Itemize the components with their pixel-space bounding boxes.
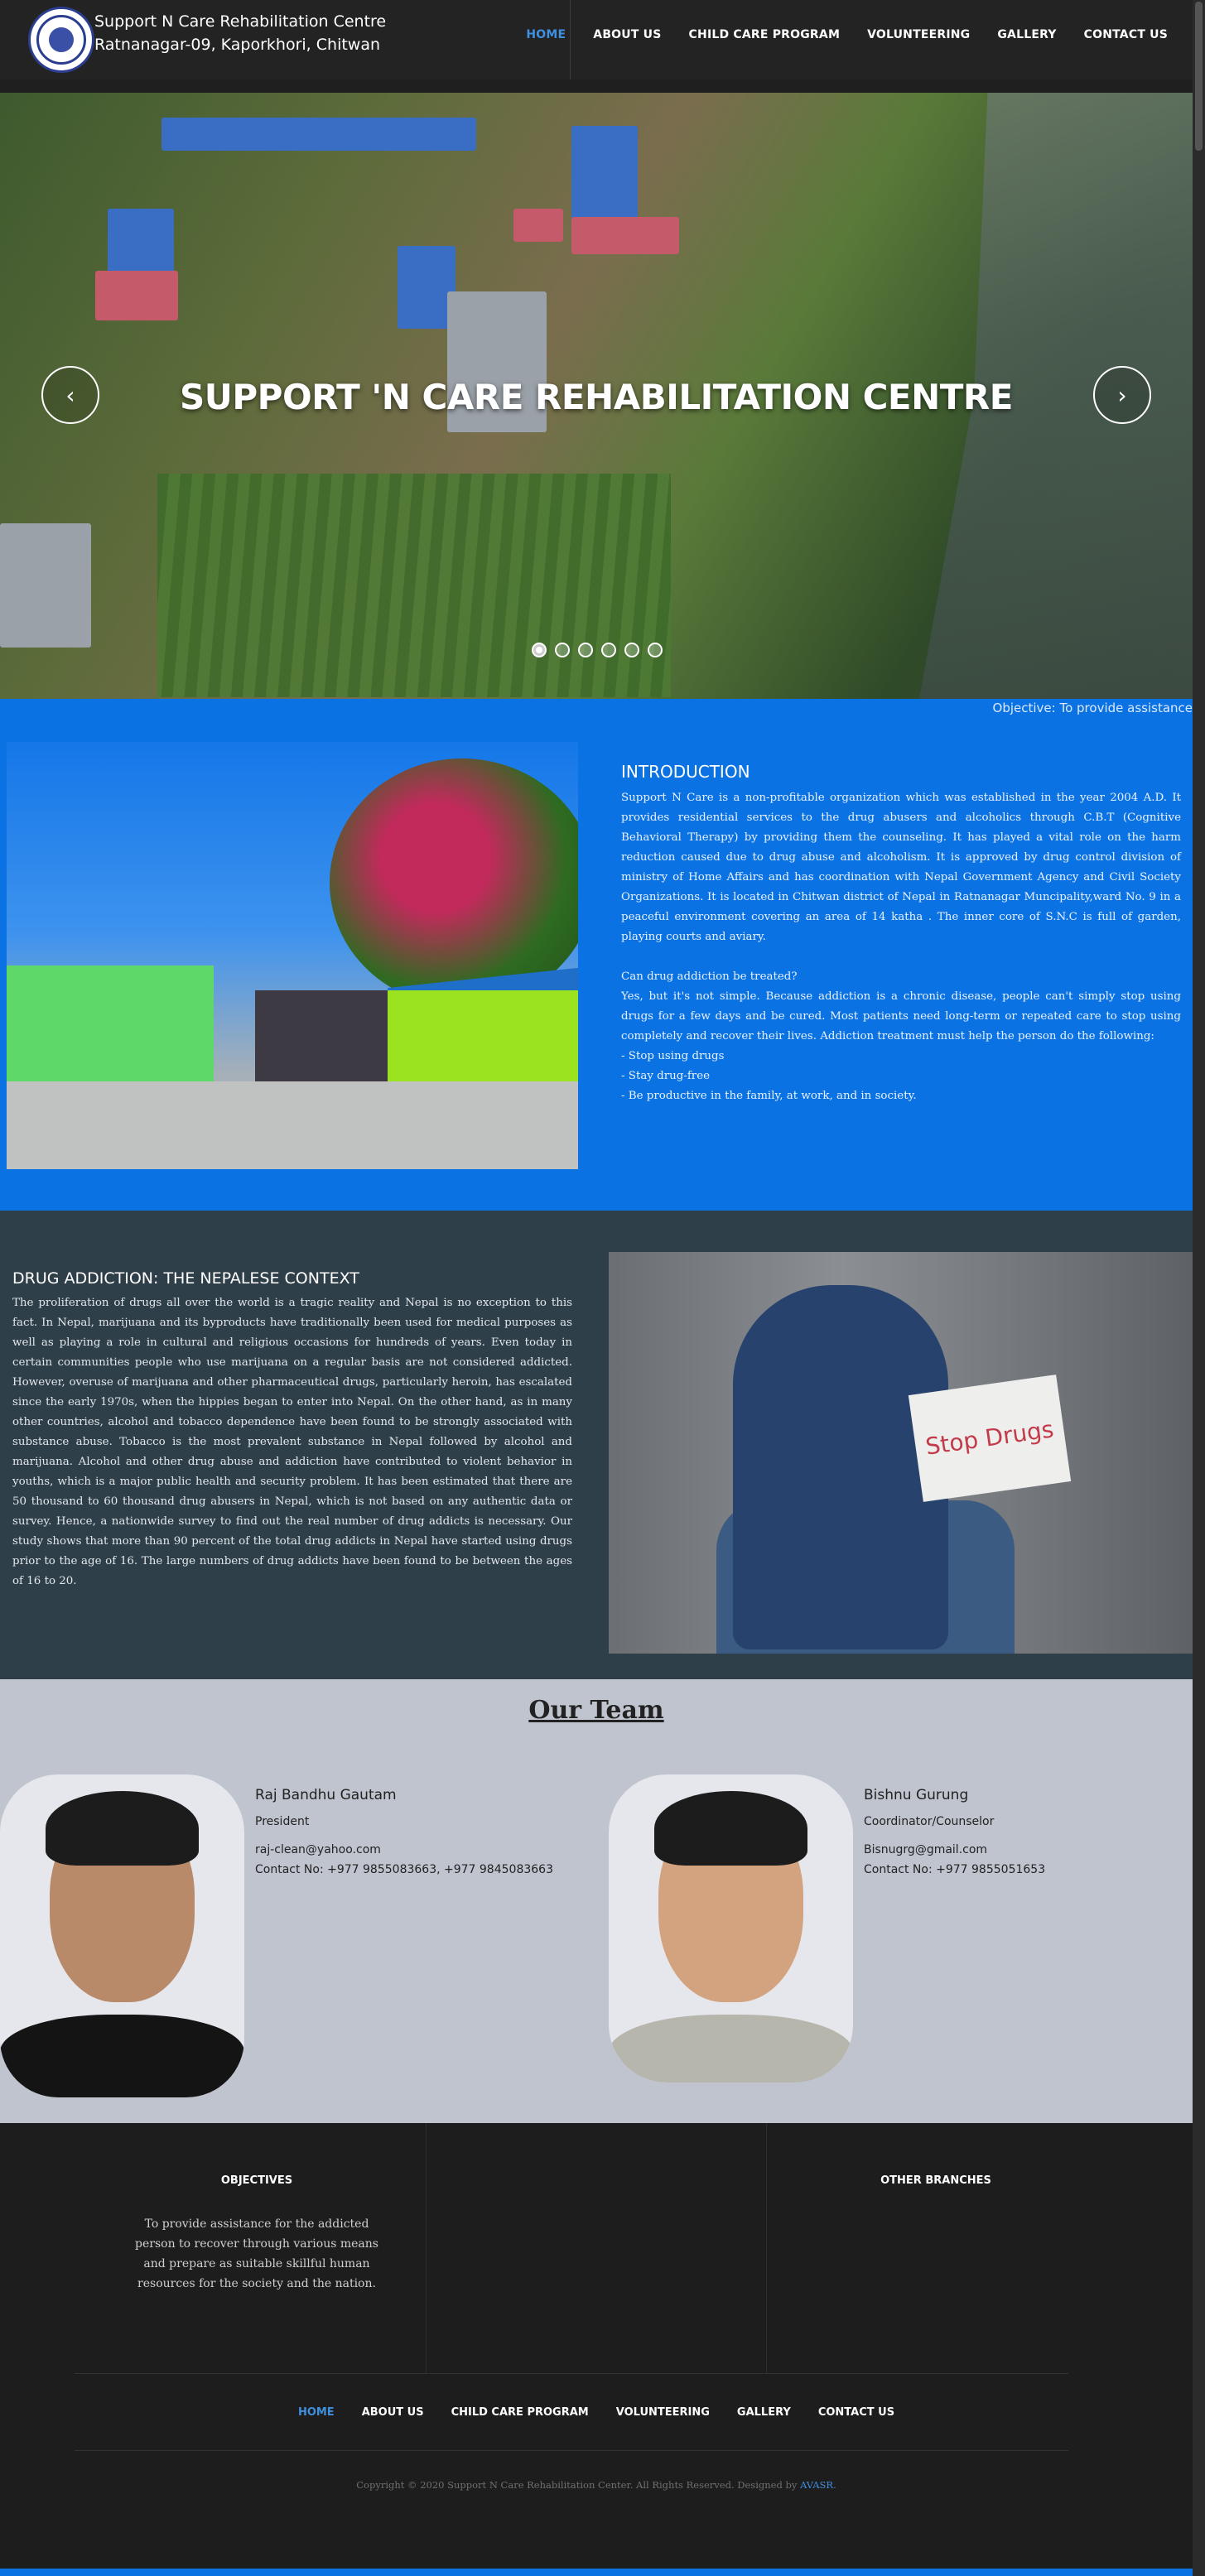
member-name: Bishnu Gurung xyxy=(864,1787,969,1803)
member-email[interactable]: Bisnugrg@gmail.com xyxy=(864,1840,1045,1860)
treatment-list-item: - Be productive in the family, at work, … xyxy=(621,1090,917,1102)
treatment-list-item: - Stay drug-free xyxy=(621,1070,711,1082)
slider-dot[interactable] xyxy=(555,643,570,657)
footer-column-divider xyxy=(426,2123,427,2373)
chevron-right-icon: › xyxy=(1117,381,1127,409)
photo-gate xyxy=(255,990,388,1090)
chevron-left-icon: ‹ xyxy=(65,381,75,409)
nav-child-care-program[interactable]: CHILD CARE PROGRAM xyxy=(689,28,841,41)
nav-about-us[interactable]: ABOUT US xyxy=(593,28,661,41)
nav-volunteering[interactable]: VOLUNTEERING xyxy=(867,28,970,41)
member-role: Coordinator/Counselor xyxy=(864,1815,995,1828)
hero-slider: SUPPORT 'N CARE REHABILITATION CENTRE ‹ … xyxy=(0,93,1193,699)
team-heading: Our Team xyxy=(528,1696,664,1725)
hero-field xyxy=(157,474,671,697)
treatment-list-item: - Stop using drugs xyxy=(621,1050,725,1062)
member-email[interactable]: raj-clean@yahoo.com xyxy=(255,1840,553,1860)
avatar-shirt xyxy=(0,2015,244,2097)
brand-address: Ratnanagar-09, Kaporkhori, Chitwan xyxy=(94,36,381,54)
scrollbar-thumb[interactable] xyxy=(1195,2,1203,151)
hero-roof xyxy=(571,126,638,225)
photo-building-right xyxy=(388,990,578,1081)
introduction-paragraph: Support N Care is a non-profitable organ… xyxy=(621,792,1181,943)
site-footer: OBJECTIVES To provide assistance for the… xyxy=(0,2123,1193,2569)
brand-name: Support N Care Rehabilitation Centre xyxy=(94,12,387,31)
objective-marquee: Objective: To provide assistance xyxy=(992,701,1193,715)
nav-gallery[interactable]: GALLERY xyxy=(997,28,1056,41)
slider-next-button[interactable]: › xyxy=(1093,366,1151,424)
footer-nav-contact-us[interactable]: CONTACT US xyxy=(818,2406,894,2419)
other-branches-title: OTHER BRANCHES xyxy=(880,2174,991,2187)
member-contact: Contact No: +977 9855083663, +977 984508… xyxy=(255,1863,553,1876)
member-name: Raj Bandhu Gautam xyxy=(255,1787,397,1803)
bottom-accent-bar xyxy=(0,2569,1205,2576)
footer-nav-volunteering[interactable]: VOLUNTEERING xyxy=(616,2406,710,2419)
photo-building-left xyxy=(7,965,214,1081)
hero-roof xyxy=(161,118,476,151)
stop-drugs-sign: Stop Drugs xyxy=(908,1375,1072,1502)
hero-title: SUPPORT 'N CARE REHABILITATION CENTRE xyxy=(180,377,1013,417)
footer-divider xyxy=(75,2373,1068,2374)
team-section: Our Team Raj Bandhu Gautam President raj… xyxy=(0,1679,1193,2123)
hero-roof xyxy=(513,209,563,242)
introduction-text: INTRODUCTION Support N Care is a non-pro… xyxy=(621,762,1181,1106)
footer-column-divider xyxy=(766,2123,767,2373)
nav-contact-us[interactable]: CONTACT US xyxy=(1084,28,1168,41)
photo-tree xyxy=(330,758,578,1007)
member-contact: Contact No: +977 9855051653 xyxy=(864,1863,1046,1876)
introduction-heading: INTRODUCTION xyxy=(621,762,750,782)
drug-addiction-heading: DRUG ADDICTION: THE NEPALESE CONTEXT xyxy=(12,1269,359,1288)
drug-addiction-paragraph: The proliferation of drugs all over the … xyxy=(12,1297,572,1587)
avatar xyxy=(609,1774,853,2082)
avatar-hair xyxy=(46,1791,199,1866)
footer-nav-home[interactable]: HOME xyxy=(298,2406,335,2419)
hero-roof xyxy=(0,523,91,648)
slider-pagination xyxy=(532,643,663,657)
hero-roof xyxy=(571,217,679,254)
objectives-text: To provide assistance for the addicted p… xyxy=(135,2217,378,2290)
centre-gate-photo xyxy=(7,742,578,1169)
slider-dot[interactable] xyxy=(532,643,547,657)
copyright-text: Copyright © 2020 Support N Care Rehabili… xyxy=(356,2479,798,2491)
slider-prev-button[interactable]: ‹ xyxy=(41,366,99,424)
treatment-block: Can drug addiction be treated? Yes, but … xyxy=(621,967,1181,1106)
photo-road xyxy=(7,1081,578,1169)
hero-roof xyxy=(95,271,178,320)
footer-divider xyxy=(75,2450,1068,2451)
page-scrollbar[interactable] xyxy=(1193,0,1205,2576)
nav-home[interactable]: HOME xyxy=(526,28,566,41)
site-logo[interactable] xyxy=(28,7,94,73)
introduction-section: Objective: To provide assistance INTRODU… xyxy=(0,699,1193,1211)
photo-person xyxy=(733,1285,948,1649)
stop-drugs-photo: Stop Drugs xyxy=(609,1252,1193,1654)
drug-addiction-text: DRUG ADDICTION: THE NEPALESE CONTEXT The… xyxy=(12,1269,572,1591)
copyright: Copyright © 2020 Support N Care Rehabili… xyxy=(0,2479,1193,2491)
slider-dot[interactable] xyxy=(601,643,616,657)
logo-emblem-icon xyxy=(49,27,74,52)
avatar-shirt xyxy=(609,2015,853,2082)
treatment-answer: Yes, but it's not simple. Because addict… xyxy=(621,990,1181,1042)
team-member-card: Raj Bandhu Gautam President raj-clean@ya… xyxy=(255,1785,553,1880)
brand-text[interactable]: Support N Care Rehabilitation Centre Rat… xyxy=(94,10,386,56)
treatment-question: Can drug addiction be treated? xyxy=(621,970,798,983)
member-role: President xyxy=(255,1815,310,1828)
site-header: Support N Care Rehabilitation Centre Rat… xyxy=(0,0,1193,79)
main-nav: HOME ABOUT US CHILD CARE PROGRAM VOLUNTE… xyxy=(526,28,1168,41)
footer-nav-gallery[interactable]: GALLERY xyxy=(737,2406,791,2419)
objectives-title: OBJECTIVES xyxy=(220,2174,293,2187)
slider-dot[interactable] xyxy=(648,643,663,657)
drug-addiction-section: DRUG ADDICTION: THE NEPALESE CONTEXT The… xyxy=(0,1211,1193,1679)
slider-dot[interactable] xyxy=(624,643,639,657)
avatar xyxy=(0,1774,244,2097)
avatar-hair xyxy=(654,1791,807,1866)
team-member-card: Bishnu Gurung Coordinator/Counselor Bisn… xyxy=(864,1785,1045,1880)
footer-nav: HOME ABOUT US CHILD CARE PROGRAM VOLUNTE… xyxy=(0,2406,1193,2419)
designer-link[interactable]: AVASR. xyxy=(800,2479,836,2491)
footer-nav-child-care-program[interactable]: CHILD CARE PROGRAM xyxy=(451,2406,589,2419)
slider-dot[interactable] xyxy=(578,643,593,657)
footer-nav-about-us[interactable]: ABOUT US xyxy=(362,2406,424,2419)
